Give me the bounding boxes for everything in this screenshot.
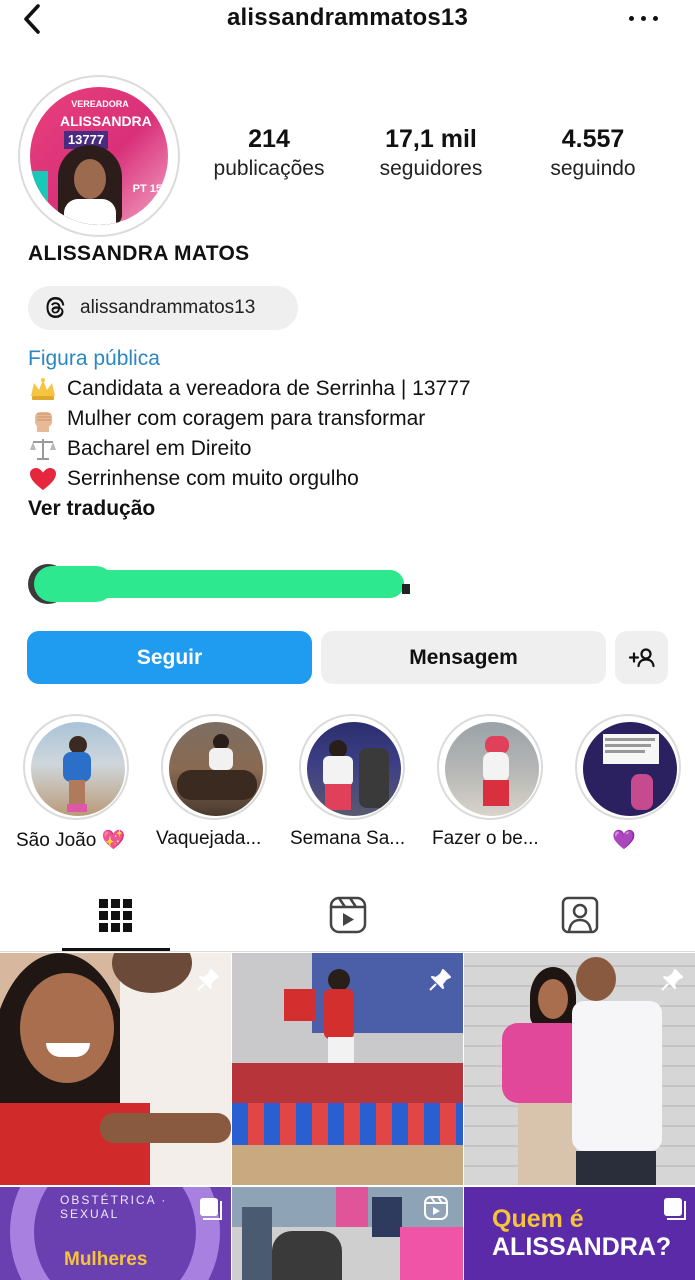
- highlight-label: Fazer o be...: [432, 828, 539, 849]
- profile-avatar-ring[interactable]: VEREADORA ALISSANDRA 13777 PT 15: [18, 75, 180, 237]
- crown-emoji-icon: [28, 376, 58, 402]
- tab-reels[interactable]: [232, 890, 463, 950]
- stat-followers[interactable]: 17,1 mil seguidores: [351, 124, 511, 184]
- post-tile[interactable]: [464, 953, 695, 1185]
- pinned-icon: [197, 969, 219, 991]
- avatar-shirt: [64, 199, 116, 225]
- highlight-label: 💜: [612, 830, 636, 851]
- threads-handle: alissandrammatos13: [80, 297, 256, 318]
- raised-fist-icon: [28, 406, 58, 433]
- post-tile[interactable]: [0, 953, 231, 1185]
- scales-icon: [28, 436, 58, 462]
- reels-icon: [329, 896, 367, 934]
- grid-icon: [99, 899, 132, 932]
- tagged-icon: [561, 896, 599, 934]
- redaction-bar: [42, 570, 404, 598]
- threads-badge[interactable]: alissandrammatos13: [28, 286, 298, 330]
- bio-line-1: Candidata a vereadora de Serrinha | 1377…: [28, 374, 471, 404]
- tab-posts-grid[interactable]: [0, 890, 231, 950]
- avatar-party: PT 15: [132, 183, 162, 195]
- stat-followers-label: seguidores: [379, 157, 483, 180]
- more-options-icon[interactable]: [627, 16, 661, 24]
- stat-following[interactable]: 4.557 seguindo: [513, 124, 673, 184]
- add-user-icon: [628, 648, 655, 668]
- stat-following-value: 4.557: [561, 125, 625, 153]
- carousel-icon: [664, 1198, 686, 1220]
- bio-line-3-text: Bacharel em Direito: [67, 437, 252, 460]
- bio-line-2-text: Mulher com coragem para transformar: [67, 407, 426, 430]
- avatar: VEREADORA ALISSANDRA 13777 PT 15: [30, 87, 168, 225]
- post-title-text: Mulheres: [64, 1249, 148, 1270]
- post-tile[interactable]: [232, 953, 463, 1185]
- top-bar: alissandrammatos13: [0, 0, 695, 40]
- suggested-users-button[interactable]: [615, 631, 668, 684]
- highlight-cover: [169, 722, 263, 816]
- highlight-cover: [307, 722, 401, 816]
- stat-posts-label: publicações: [213, 157, 325, 180]
- highlight-cover: [583, 722, 677, 816]
- highlight-label: São João 💖: [16, 830, 126, 851]
- post-title-line2: ALISSANDRA?: [492, 1233, 672, 1261]
- post-ring-text: OBSTÉTRICA · SEXUAL: [60, 1193, 168, 1221]
- pinned-icon: [661, 969, 683, 991]
- link-end-char: [402, 584, 410, 594]
- bio-line-1-text: Candidata a vereadora de Serrinha | 1377…: [67, 377, 471, 400]
- post-title-line1: Quem é: [492, 1205, 584, 1233]
- tab-tagged[interactable]: [464, 890, 695, 950]
- post-tile[interactable]: Quem é ALISSANDRA?: [464, 1187, 695, 1280]
- see-translation-link[interactable]: Ver tradução: [28, 497, 155, 521]
- threads-icon: [44, 296, 68, 320]
- avatar-face: [74, 159, 106, 199]
- tabs-divider: [0, 951, 695, 952]
- bio-line-4: Serrinhense com muito orgulho: [28, 464, 359, 494]
- highlight-ring[interactable]: [437, 714, 543, 820]
- stat-posts-value: 214: [248, 125, 290, 153]
- message-button[interactable]: Mensagem: [321, 631, 606, 684]
- post-tile[interactable]: [232, 1187, 463, 1280]
- stat-following-label: seguindo: [550, 157, 636, 180]
- pinned-icon: [429, 969, 451, 991]
- display-name: ALISSANDRA MATOS: [28, 242, 250, 265]
- post-tile[interactable]: OBSTÉTRICA · SEXUAL Mulheres: [0, 1187, 231, 1280]
- highlight-label: Semana Sa...: [290, 828, 406, 849]
- highlight-ring[interactable]: [23, 714, 129, 820]
- bio-line-2: Mulher com coragem para transformar: [28, 404, 425, 434]
- highlight-label: Vaquejada...: [156, 828, 262, 849]
- bio-line-4-text: Serrinhense com muito orgulho: [67, 467, 359, 490]
- profile-category: Figura pública: [28, 347, 160, 370]
- follow-button[interactable]: Seguir: [27, 631, 312, 684]
- highlight-ring[interactable]: [575, 714, 681, 820]
- avatar-decoration: [30, 171, 48, 205]
- highlight-cover: [445, 722, 539, 816]
- stat-posts[interactable]: 214 publicações: [189, 124, 349, 184]
- highlight-ring[interactable]: [299, 714, 405, 820]
- highlight-cover: [31, 722, 125, 816]
- stat-followers-value: 17,1 mil: [385, 125, 477, 153]
- reel-icon: [424, 1196, 448, 1220]
- bio-link-redacted[interactable]: [28, 562, 412, 606]
- profile-username-title: alissandrammatos13: [226, 4, 469, 31]
- highlight-ring[interactable]: [161, 714, 267, 820]
- carousel-icon: [200, 1198, 222, 1220]
- red-heart-icon: [28, 466, 58, 492]
- bio-line-3: Bacharel em Direito: [28, 434, 251, 464]
- avatar-text-line2: ALISSANDRA: [60, 113, 152, 129]
